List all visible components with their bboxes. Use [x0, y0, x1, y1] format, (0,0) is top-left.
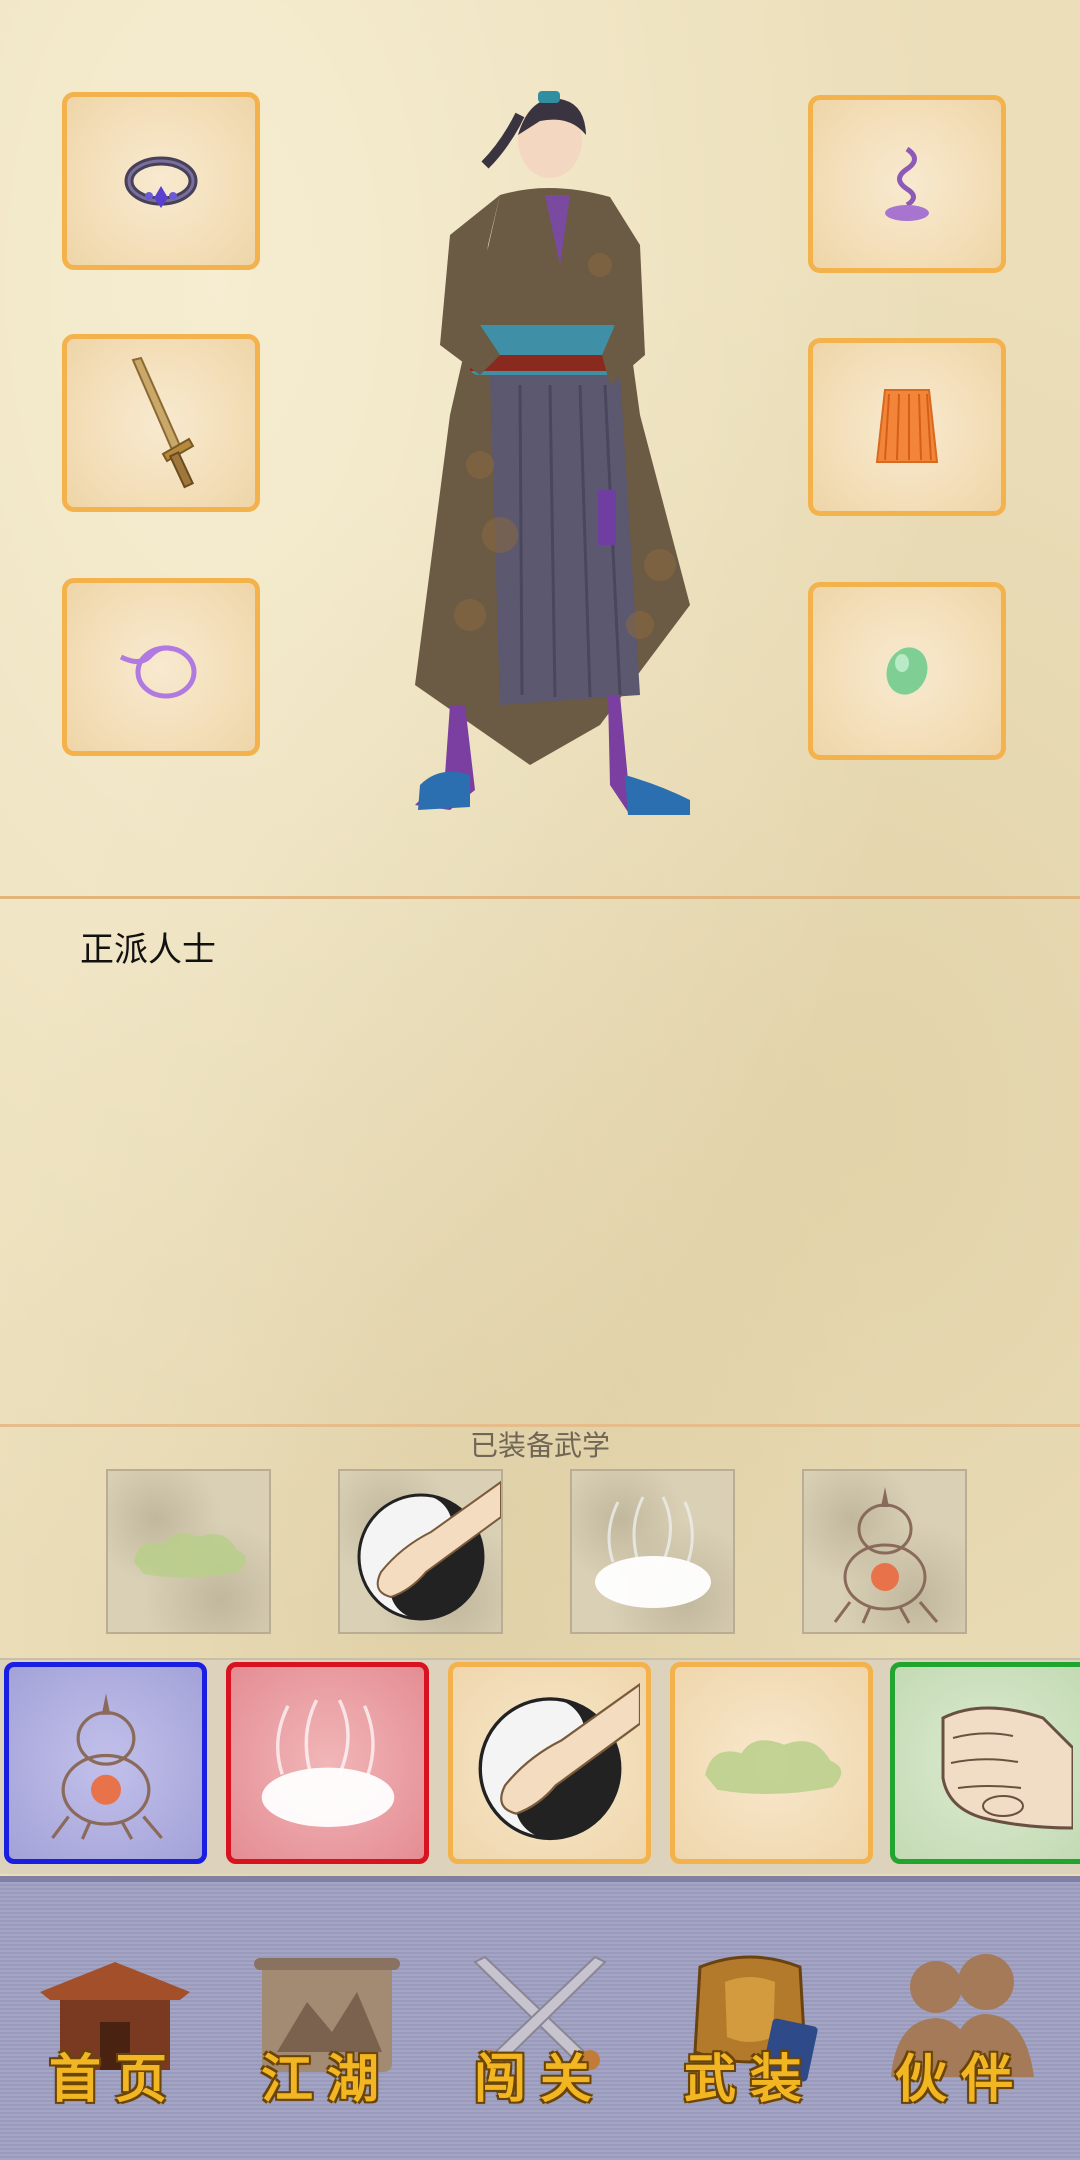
green-cloud-icon [133, 1532, 246, 1578]
green-cloud-icon [704, 1740, 841, 1795]
ribbon-icon [119, 645, 197, 699]
nav-companions[interactable]: 伙伴 [866, 1942, 1056, 2122]
equipped-skills-title: 已装备武学 [469, 1430, 610, 1461]
equip-slot-accessory[interactable] [62, 92, 260, 270]
incense-icon [885, 146, 929, 221]
equip-slot-weapon[interactable] [62, 334, 260, 512]
skill-card-2[interactable] [226, 1662, 429, 1864]
nav-home[interactable]: 首页 [20, 1942, 210, 2122]
nav-challenge-label: 闯关 [473, 2049, 606, 2110]
jade-icon [886, 647, 928, 695]
skill-card-1[interactable] [4, 1662, 207, 1864]
sword-icon [131, 356, 195, 489]
bottom-nav: 首页 江湖 闯关 武装 伙伴 [0, 1876, 1080, 2160]
nav-jianghu[interactable]: 江湖 [232, 1942, 422, 2122]
equip-slot-incense[interactable] [808, 95, 1006, 273]
skill-card-3[interactable] [448, 1662, 651, 1864]
equip-slot-charm[interactable] [62, 578, 260, 756]
character-figure [415, 91, 690, 815]
equipped-skill-2[interactable] [338, 1469, 503, 1634]
skill-card-4[interactable] [670, 1662, 873, 1864]
armor-icon [875, 389, 939, 463]
faction-label: 正派人士 [80, 931, 216, 969]
fist-icon [941, 1706, 1073, 1830]
nav-jianghu-label: 江湖 [260, 2049, 393, 2110]
white-mist-icon [261, 1699, 394, 1827]
nav-companions-label: 伙伴 [894, 2049, 1027, 2110]
equipped-skill-1[interactable] [106, 1469, 271, 1634]
gourd-furnace-icon [833, 1486, 938, 1624]
gourd-furnace-icon [50, 1693, 163, 1840]
nav-challenge[interactable]: 闯关 [445, 1942, 635, 2122]
equipped-skill-3[interactable] [570, 1469, 735, 1634]
equipped-skill-4[interactable] [802, 1469, 967, 1634]
white-mist-icon [594, 1495, 711, 1608]
skill-card-5[interactable] [890, 1662, 1080, 1864]
taiji-palm-icon [478, 1682, 640, 1841]
nav-equipment[interactable]: 武装 [655, 1942, 845, 2122]
top-divider [0, 896, 1080, 899]
equip-slot-armor[interactable] [808, 338, 1006, 516]
nav-equipment-label: 武装 [683, 2049, 816, 2110]
nav-home-label: 首页 [48, 2049, 181, 2110]
equip-slot-jade[interactable] [808, 582, 1006, 760]
ring-icon [124, 156, 198, 208]
taiji-palm-icon [357, 1480, 501, 1620]
